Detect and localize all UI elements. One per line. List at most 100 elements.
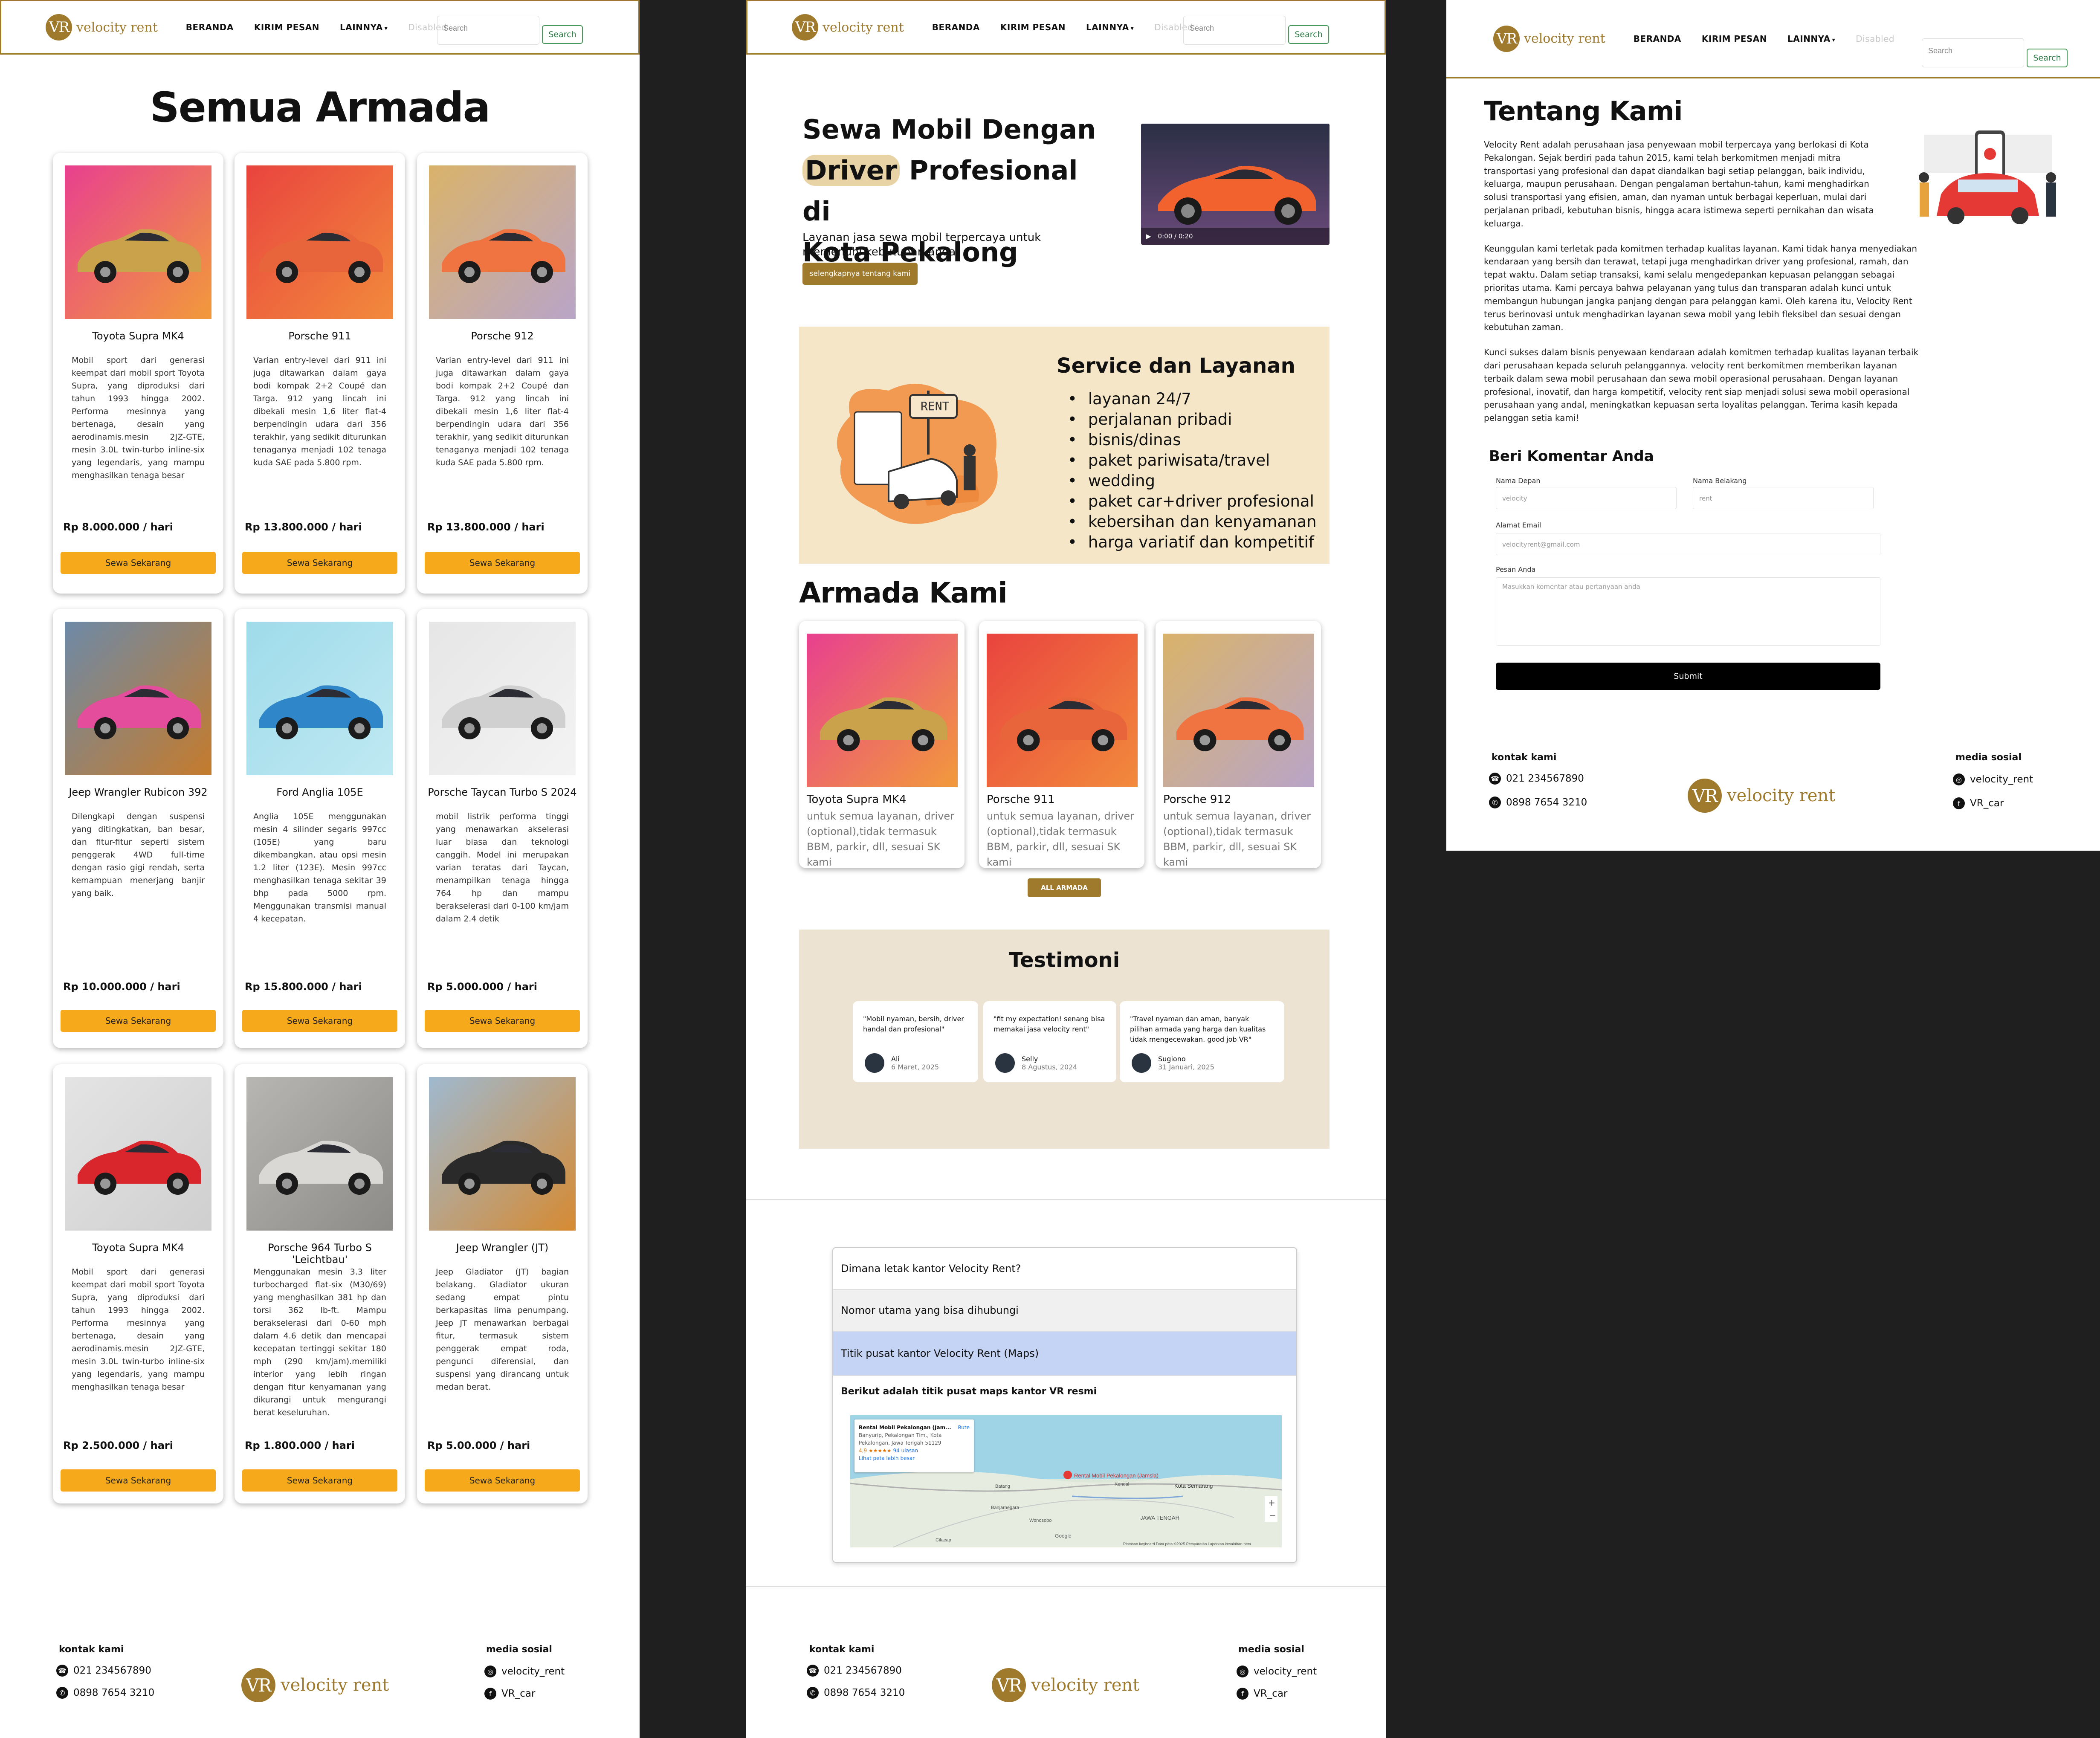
search-button[interactable]: Search — [1288, 25, 1329, 44]
all-armada-button[interactable]: ALL ARMADA — [1028, 878, 1101, 897]
instagram-handle[interactable]: velocity_rent — [501, 1666, 565, 1677]
armada-name: Porsche 911 — [987, 793, 1055, 806]
armada-card[interactable]: Porsche 911 untuk semua layanan, driver … — [979, 621, 1144, 868]
service-item: perjalanan pribadi — [1068, 409, 1317, 430]
nav-link-beranda[interactable]: BERANDA — [186, 22, 234, 32]
search-button[interactable]: Search — [542, 25, 583, 44]
embedded-map[interactable]: Rental Mobil Pekalongan (Jamsla) Kota Se… — [850, 1415, 1282, 1547]
map-reviews[interactable]: 94 ulasan — [893, 1448, 918, 1454]
play-icon[interactable]: ▶ — [1146, 232, 1151, 240]
car-card: Jeep Wrangler (JT) Jeep Gladiator (JT) b… — [417, 1064, 588, 1503]
search-button[interactable]: Search — [2027, 49, 2068, 67]
armada-image — [987, 634, 1138, 787]
logo[interactable]: VR velocity rent — [1493, 25, 1605, 52]
submit-button[interactable]: Submit — [1496, 663, 1880, 690]
hero-subtitle: Layanan jasa sewa mobil terpercaya untuk… — [802, 231, 1041, 258]
nav-dropdown-label: LAINNYA — [339, 22, 383, 32]
car-card: Porsche 964 Turbo S 'Leichtbau' Mengguna… — [235, 1064, 405, 1503]
testimonial-user: Ali 6 Maret, 2025 — [865, 1053, 939, 1073]
nav-link-kirim-pesan[interactable]: KIRIM PESAN — [254, 22, 319, 32]
email-input[interactable]: velocityrent@gmail.com — [1496, 533, 1880, 555]
map-larger-link[interactable]: Lihat peta lebih besar — [859, 1454, 970, 1462]
phone-number[interactable]: 021 234567890 — [1506, 773, 1584, 784]
search-input[interactable]: Search — [1922, 38, 2024, 67]
message-textarea[interactable]: Masukkan komentar atau pertanyaan anda — [1496, 577, 1880, 646]
facebook-handle[interactable]: VR_car — [1970, 798, 2004, 809]
testimonial-user: Selly 8 Agustus, 2024 — [995, 1053, 1077, 1073]
rent-now-button[interactable]: Sewa Sekarang — [61, 552, 216, 574]
car-name: Porsche 964 Turbo S 'Leichtbau' — [268, 1242, 372, 1266]
nav-link-kirim-pesan[interactable]: KIRIM PESAN — [1702, 34, 1767, 44]
faq-item-maps[interactable]: Titik pusat kantor Velocity Rent (Maps) — [833, 1332, 1296, 1376]
nav-link-beranda[interactable]: BERANDA — [1634, 34, 1681, 44]
car-price: Rp 5.000.000 / hari — [427, 981, 537, 993]
footer-logo: VR velocity rent — [241, 1668, 389, 1702]
nav-link-kirim-pesan[interactable]: KIRIM PESAN — [1000, 22, 1066, 32]
instagram-icon: ◎ — [484, 1666, 496, 1677]
whatsapp-icon: ✆ — [807, 1687, 819, 1699]
facebook-row: f VR_car — [484, 1688, 535, 1700]
facebook-handle[interactable]: VR_car — [501, 1688, 535, 1699]
hero-video[interactable]: ▶ 0:00 / 0:20 — [1141, 124, 1330, 245]
whatsapp-number[interactable]: 0898 7654 3210 — [824, 1687, 905, 1698]
zoom-out-icon[interactable]: − — [1269, 1510, 1276, 1521]
rent-now-button[interactable]: Sewa Sekarang — [242, 552, 397, 574]
rent-now-button[interactable]: Sewa Sekarang — [242, 1469, 397, 1492]
rent-now-button[interactable]: Sewa Sekarang — [61, 1010, 216, 1032]
whatsapp-number[interactable]: 0898 7654 3210 — [73, 1687, 154, 1698]
facebook-handle[interactable]: VR_car — [1254, 1688, 1287, 1699]
rent-now-button[interactable]: Sewa Sekarang — [425, 552, 580, 574]
phone-number[interactable]: 021 234567890 — [824, 1665, 902, 1676]
first-name-input[interactable]: velocity — [1496, 487, 1677, 509]
footer: kontak kami ☎ 021 234567890 ✆ 0898 7654 32… — [0, 1612, 640, 1731]
map-route-button[interactable]: Rute — [958, 1424, 970, 1431]
service-item: layanan 24/7 — [1068, 389, 1317, 409]
car-image — [429, 165, 576, 319]
phone-icon: ☎ — [56, 1665, 68, 1677]
faq-item-location[interactable]: Dimana letak kantor Velocity Rent? — [833, 1248, 1296, 1290]
logo[interactable]: VR velocity rent — [792, 14, 904, 41]
instagram-handle[interactable]: velocity_rent — [1254, 1666, 1317, 1677]
car-card: Ford Anglia 105E Anglia 105E menggunakan… — [235, 609, 405, 1048]
service-item: kebersihan dan kenyamanan — [1068, 512, 1317, 532]
phone-icon: ☎ — [807, 1665, 819, 1677]
video-controls[interactable]: ▶ 0:00 / 0:20 — [1141, 228, 1330, 245]
catalog-page: VR velocity rent BERANDA KIRIM PESAN LAI… — [0, 0, 640, 1738]
armada-card[interactable]: Porsche 912 untuk semua layanan, driver … — [1156, 621, 1321, 868]
car-price: Rp 10.000.000 / hari — [63, 981, 180, 993]
service-item: paket car+driver profesional — [1068, 491, 1317, 512]
testimonial-card: "fit my expectation! senang bisa memakai… — [983, 1001, 1116, 1082]
nav-dropdown-lainnya[interactable]: LAINNYA ▾ — [1086, 22, 1134, 32]
logo[interactable]: VR velocity rent — [46, 14, 158, 41]
car-description: Jeep Gladiator (JT) bagian belakang. Gla… — [436, 1267, 569, 1392]
email-label: Alamat Email — [1496, 521, 1541, 529]
rent-now-button[interactable]: Sewa Sekarang — [61, 1469, 216, 1492]
zoom-in-icon[interactable]: + — [1268, 1498, 1275, 1508]
last-name-input[interactable]: rent — [1693, 487, 1874, 509]
search-input[interactable]: Search — [1183, 16, 1286, 45]
testimonial-quote: "Mobil nyaman, bersih, driver handal dan… — [863, 1015, 964, 1033]
car-description: Anglia 105E menggunakan mesin 4 silinder… — [253, 812, 386, 924]
rent-now-button[interactable]: Sewa Sekarang — [242, 1010, 397, 1032]
search-input[interactable]: Search — [437, 16, 539, 45]
car-description: Dilengkapi dengan suspensi yang ditingka… — [72, 812, 205, 898]
logo-mark: VR — [1493, 25, 1520, 52]
nav-link-disabled: Disabled — [1856, 33, 1895, 44]
footer: kontak kami ☎ 021 234567890 ✆ 0898 7654 32… — [1446, 725, 2100, 844]
testimonial-quote: "Travel nyaman dan aman, banyak pilihan … — [1130, 1015, 1266, 1043]
armada-card[interactable]: Toyota Supra MK4 untuk semua layanan, dr… — [799, 621, 965, 868]
nav-dropdown-lainnya[interactable]: LAINNYA ▾ — [340, 22, 388, 32]
whatsapp-number[interactable]: 0898 7654 3210 — [1506, 797, 1587, 808]
faq-item-phone[interactable]: Nomor utama yang bisa dihubungi — [833, 1290, 1296, 1332]
phone-number[interactable]: 021 234567890 — [73, 1665, 151, 1676]
video-frame-car — [1141, 124, 1330, 245]
rent-now-button[interactable]: Sewa Sekarang — [425, 1010, 580, 1032]
nav-link-beranda[interactable]: BERANDA — [932, 22, 980, 32]
whatsapp-row: ✆ 0898 7654 3210 — [807, 1687, 905, 1699]
car-price: Rp 8.000.000 / hari — [63, 521, 173, 533]
rent-now-button[interactable]: Sewa Sekarang — [425, 1469, 580, 1492]
instagram-handle[interactable]: velocity_rent — [1970, 774, 2033, 785]
about-us-button[interactable]: selengkapnya tentang kami — [802, 263, 918, 285]
nav-dropdown-lainnya[interactable]: LAINNYA ▾ — [1787, 34, 1835, 44]
faq-section: Dimana letak kantor Velocity Rent? Nomor… — [746, 1199, 1386, 1587]
